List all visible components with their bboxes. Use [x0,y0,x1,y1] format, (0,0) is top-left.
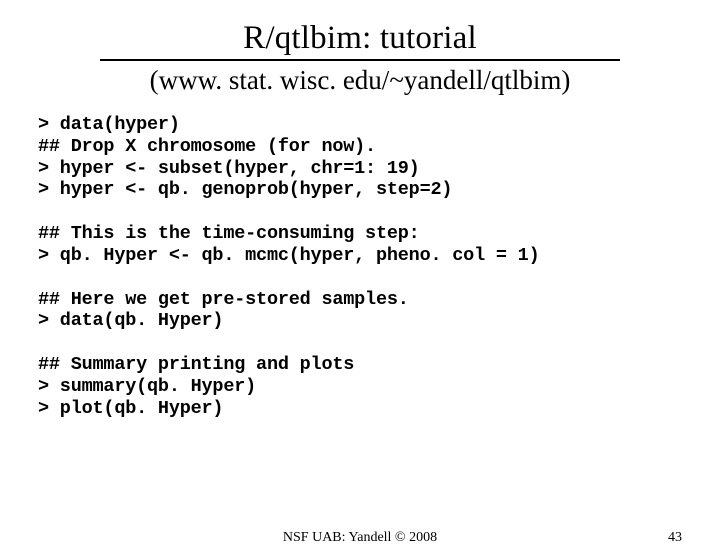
page-subtitle: (www. stat. wisc. edu/~yandell/qtlbim) [0,65,720,96]
code-block: > data(hyper) ## Drop X chromosome (for … [38,114,720,420]
page-number: 43 [668,530,682,546]
title-underline [100,59,620,61]
footer-center: NSF UAB: Yandell © 2008 [0,530,720,546]
page-title: R/qtlbim: tutorial [0,20,720,57]
slide: R/qtlbim: tutorial (www. stat. wisc. edu… [0,20,720,560]
